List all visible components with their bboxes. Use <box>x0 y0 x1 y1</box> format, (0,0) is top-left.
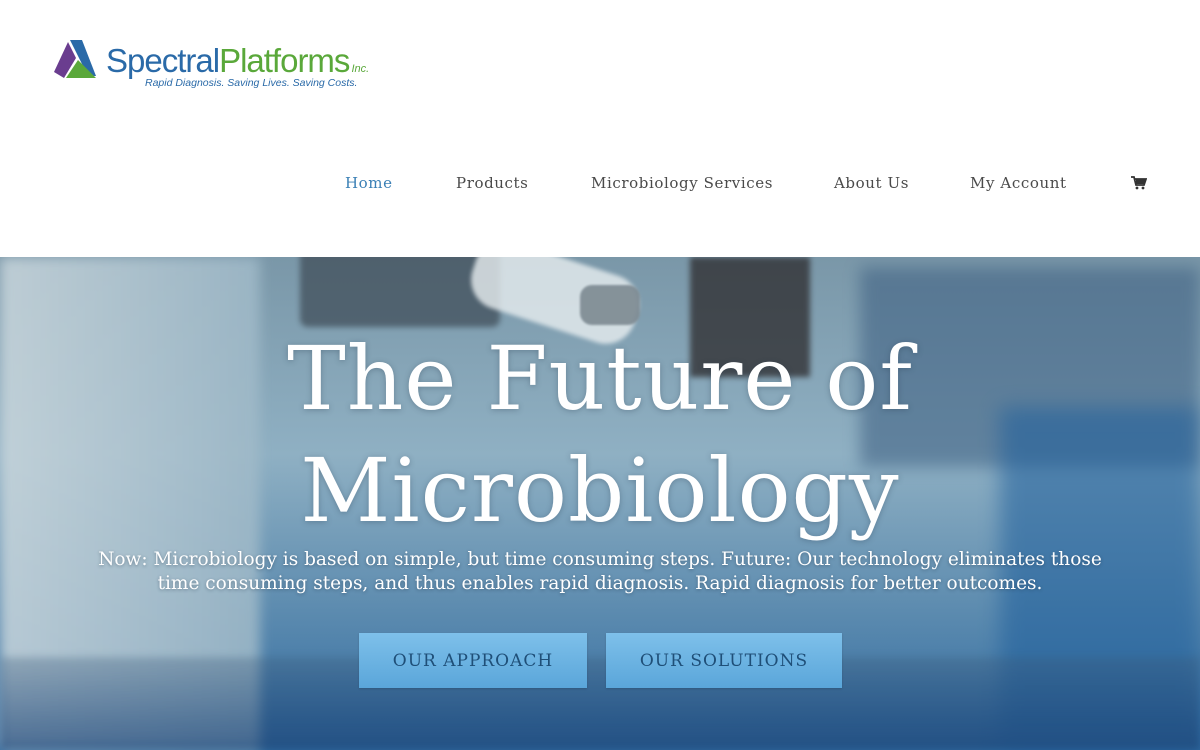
our-solutions-button-label: OUR SOLUTIONS <box>639 650 809 671</box>
hero-title: The Future of Microbiology <box>0 323 1200 547</box>
logo-word-spectral: Spectral <box>106 42 220 79</box>
background-bench <box>0 657 1200 750</box>
hero-subtitle: Now: Microbiology is based on simple, bu… <box>98 549 1102 594</box>
nav-item-about-us[interactable]: About Us <box>834 174 909 192</box>
nav-item-home[interactable]: Home <box>345 174 393 192</box>
site-header: SpectralPlatforms Inc. Rapid Diagnosis. S… <box>0 0 1200 257</box>
background-instrument-arm <box>300 257 500 327</box>
our-approach-button[interactable]: OUR APPROACH <box>359 633 587 688</box>
our-solutions-button[interactable]: OUR SOLUTIONS <box>606 633 842 688</box>
company-logo[interactable]: SpectralPlatforms Inc. Rapid Diagnosis. S… <box>52 38 382 96</box>
nav-item-my-account[interactable]: My Account <box>970 174 1067 192</box>
hero-banner: The Future of Microbiology Now: Microbio… <box>0 257 1200 750</box>
hero-title-line-2: Microbiology <box>300 439 900 542</box>
background-lens <box>580 285 640 325</box>
our-approach-button-label: OUR APPROACH <box>392 650 554 671</box>
shopping-cart-icon[interactable] <box>1131 176 1147 190</box>
nav-item-products[interactable]: Products <box>456 174 528 192</box>
logo-triangle-icon <box>54 40 96 78</box>
logo-word-platforms: Platforms <box>219 42 350 79</box>
main-navigation: Home Products Microbiology Services Abou… <box>0 174 1200 194</box>
logo-wordmark: SpectralPlatforms Inc. <box>106 42 369 80</box>
nav-item-microbiology-services[interactable]: Microbiology Services <box>591 174 773 192</box>
hero-title-line-1: The Future of <box>287 327 913 430</box>
logo-suffix: Inc. <box>351 63 370 75</box>
logo-tagline: Rapid Diagnosis. Saving Lives. Saving Co… <box>145 77 358 89</box>
